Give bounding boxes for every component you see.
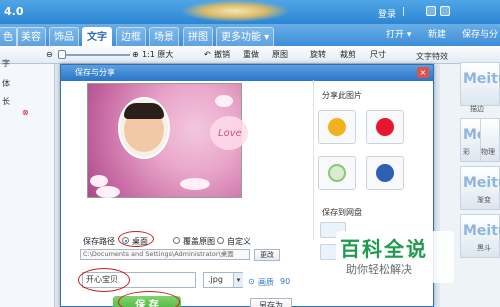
path-field[interactable]: C:\Documents and Settings\Administrator\… [80, 249, 250, 260]
tab-accessories[interactable]: 饰品 [49, 27, 79, 46]
flower-decoration [180, 178, 210, 190]
highlight-circle [118, 291, 180, 307]
renren-icon [376, 164, 394, 182]
save-path-label: 保存路径 [83, 237, 115, 246]
title-separator: | [402, 7, 406, 17]
weibo-icon [376, 118, 394, 136]
radio-custom[interactable] [217, 237, 224, 244]
radio-overwrite-label[interactable]: 覆盖原图 [183, 236, 215, 247]
tab-more[interactable]: 更多功能 ▾ [216, 27, 275, 46]
close-icon[interactable]: × [417, 67, 429, 78]
zoom-in-icon[interactable]: ⊕ [132, 49, 139, 61]
quality-icon: ⊙ [248, 277, 255, 286]
left-panel-item[interactable]: 字 [2, 58, 10, 69]
share-weibo-button[interactable] [366, 110, 404, 144]
watermark-title: 百科全说 [340, 237, 428, 261]
chevron-down-icon[interactable]: ▾ [233, 273, 243, 287]
watermark: 百科全说 助你轻松解决 [336, 231, 454, 283]
quality-value: 90 [280, 277, 291, 286]
child-hair [124, 103, 164, 119]
radio-overwrite[interactable] [173, 237, 180, 244]
tab-scene[interactable]: 场景 [149, 27, 179, 46]
watermark-subtitle: 助你轻松解决 [346, 263, 412, 276]
crown-decoration [180, 0, 290, 22]
zoom-slider-knob[interactable] [58, 50, 66, 59]
login-link[interactable]: 登录 [378, 7, 396, 20]
pengyou-icon [328, 164, 346, 182]
highlight-circle [118, 231, 154, 247]
app-version: 4.0 [4, 5, 24, 18]
share-renren-button[interactable] [366, 156, 404, 190]
zoom-slider[interactable] [60, 54, 130, 56]
flower-decoration [96, 186, 120, 198]
crop-button[interactable]: 裁剪 [340, 49, 356, 61]
left-panel: 字 体 长 ⊗ [0, 59, 55, 307]
tab-text[interactable]: 文字 [82, 27, 112, 46]
zoom-out-icon[interactable]: ⊖ [46, 49, 53, 61]
tab-beauty[interactable]: 美容 [16, 27, 46, 46]
highlight-circle [78, 268, 130, 292]
left-panel-item[interactable]: 体 [2, 78, 10, 89]
qzone-star-icon [328, 118, 346, 136]
undo-button[interactable]: 撤销 [214, 49, 230, 61]
radio-custom-label[interactable]: 自定义 [227, 236, 251, 247]
open-button[interactable]: 打开 ▾ [386, 29, 411, 41]
flower-decoration [215, 95, 233, 107]
text-effect-item[interactable]: 描边 [470, 70, 498, 114]
delete-icon[interactable]: ⊗ [22, 108, 29, 117]
title-bar: 4.0 登录 | [0, 0, 500, 24]
text-effect-item[interactable]: 物理 [480, 118, 500, 162]
save-as-button[interactable]: 另存为 [250, 298, 292, 307]
cloud-save-title: 保存到网盘 [322, 208, 362, 217]
maximize-icon[interactable] [440, 6, 450, 16]
share-qzone-button[interactable] [318, 110, 356, 144]
redo-button[interactable]: 重做 [243, 49, 259, 61]
tab-frame[interactable]: 边框 [116, 27, 146, 46]
left-panel-item[interactable]: 长 [2, 96, 10, 107]
resize-button[interactable]: 尺寸 [370, 49, 386, 61]
text-effect-item[interactable]: Meitu黑斗 [460, 214, 500, 258]
main-tabs: 色 美容 饰品 文字 边框 场景 拼图 更多功能 ▾ 打开 ▾ 新建 保存与分 [0, 24, 500, 46]
save-share-button[interactable]: 保存与分 [462, 29, 498, 41]
minimize-icon[interactable] [426, 6, 436, 16]
original-button[interactable]: 原图 [272, 49, 288, 61]
dialog-title: 保存与分享 [61, 65, 433, 81]
actual-size-button[interactable]: 1:1 原大 [142, 49, 173, 61]
new-button[interactable]: 新建 [428, 29, 446, 41]
text-effect-item[interactable]: Meitu渐变 [460, 166, 500, 210]
share-title: 分享此图片 [322, 91, 362, 100]
text-effects-title: 文字特效 [416, 52, 448, 61]
undo-icon[interactable]: ↶ [204, 49, 211, 61]
love-text: Love [218, 128, 242, 139]
quality-label[interactable]: 画质 [258, 277, 274, 288]
change-path-button[interactable]: 更改 [254, 249, 280, 261]
tab-collage[interactable]: 拼图 [183, 27, 213, 46]
rotate-button[interactable]: 旋转 [310, 49, 326, 61]
share-pengyou-button[interactable] [318, 156, 356, 190]
dialog-separator [313, 80, 314, 240]
